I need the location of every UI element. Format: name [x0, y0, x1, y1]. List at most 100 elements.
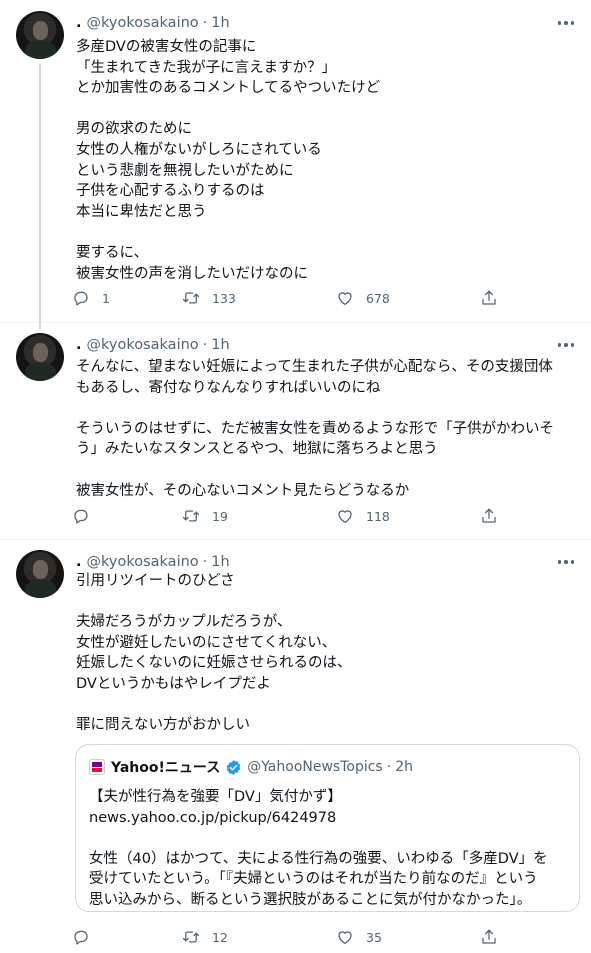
separator-dot: · [386, 759, 392, 775]
share-button[interactable] [480, 287, 498, 309]
share-icon [482, 290, 496, 305]
thread-line [39, 64, 41, 322]
tweet-line: 女性の人権がないがしろにされている [76, 141, 322, 158]
tweet-line: そんなに、望まない妊娠によって生まれた子供が心配なら、その支援団体 [76, 359, 553, 375]
tweet-line: 女性が避妊したいのにさせてくれない、 [76, 634, 337, 651]
more-icon[interactable] [555, 14, 577, 32]
retweet-icon [182, 931, 200, 943]
tweet-line [76, 460, 576, 481]
like-button[interactable]: 678 [336, 287, 390, 309]
tweet-line: 「生まれてきた我が子に言えますか？」 [76, 59, 337, 76]
avatar[interactable] [16, 333, 64, 381]
quoted-line: 受けていたという。「『夫婦というのはそれが当たり前なのだ』という [89, 871, 538, 888]
verified-badge-icon [226, 759, 241, 775]
quoted-display-name[interactable]: Yahoo!ニュース [111, 757, 220, 777]
quoted-user-handle[interactable]: @YahooNewsTopics [247, 759, 383, 775]
separator-dot: · [202, 554, 208, 570]
quoted-tweet-header: Yahoo!ニュース @YahooNewsTopics · 2h [89, 757, 413, 777]
tweet[interactable]: . @kyokosakaino · 1h 多産DVの被害女性の記事に 「生まれて… [0, 0, 591, 322]
tweet-line [76, 398, 576, 419]
tweet-line [76, 99, 576, 120]
tweet-line: 本当に卑怯だと思う [76, 203, 207, 220]
retweet-button[interactable]: 12 [182, 926, 228, 948]
thread-line [39, 322, 41, 329]
tweet-line: 多産DVの被害女性の記事に [76, 39, 257, 55]
like-count: 118 [366, 508, 390, 524]
action-bar: 19 118 [72, 505, 502, 527]
retweet-button[interactable]: 19 [182, 505, 228, 527]
quoted-tweet-card[interactable]: Yahoo!ニュース @YahooNewsTopics · 2h 【夫が性行為を… [75, 744, 580, 912]
tweet-line: う」みたいなスタンスとるやつ、地獄に落ちろよと思う [76, 441, 438, 458]
user-handle[interactable]: @kyokosakaino [87, 337, 199, 353]
heart-icon [338, 292, 352, 306]
avatar[interactable] [16, 550, 64, 598]
timestamp[interactable]: 1h [211, 15, 229, 31]
tweet-line: 要するに、 [76, 244, 149, 261]
display-name[interactable]: . [76, 554, 82, 570]
reply-count: 1 [102, 290, 110, 306]
avatar[interactable] [16, 11, 64, 59]
reply-button[interactable]: 1 [72, 287, 110, 309]
tweet-line [76, 592, 576, 613]
tweet-line: 引用リツイートのひどさ [76, 573, 235, 589]
like-count: 678 [366, 290, 390, 306]
timeline: . @kyokosakaino · 1h 多産DVの被害女性の記事に 「生まれて… [0, 0, 591, 953]
like-count: 35 [366, 929, 382, 945]
display-name[interactable]: . [76, 337, 82, 353]
retweet-button[interactable]: 133 [182, 287, 236, 309]
heart-icon [338, 931, 352, 945]
share-button[interactable] [480, 926, 498, 948]
tweet-line: 被害女性が、その心ないコメント見たらどうなるか [76, 482, 410, 499]
like-button[interactable]: 118 [336, 505, 390, 527]
reply-icon [74, 291, 88, 306]
quoted-line: 女性（40）はかつて、夫による性行為の強要、いわゆる「多産DV」を [89, 850, 548, 867]
tweet-text: 多産DVの被害女性の記事に 「生まれてきた我が子に言えますか？」 とか加害性のあ… [76, 37, 576, 284]
heart-icon [338, 510, 352, 524]
tweet-line: DVというかもはやレイプだよ [76, 675, 271, 692]
quoted-timestamp[interactable]: 2h [395, 759, 413, 775]
tweet-line: 夫婦だろうがカップルだろうが、 [76, 614, 292, 631]
more-icon[interactable] [555, 553, 577, 571]
action-bar: 12 35 [72, 926, 502, 948]
display-name[interactable]: . [76, 15, 82, 31]
reply-icon [74, 930, 88, 945]
quoted-link[interactable]: news.yahoo.co.jp/pickup/6424978 [89, 808, 569, 829]
like-button[interactable]: 35 [336, 926, 382, 948]
quoted-headline: 【夫が性行為を強要「DV」気付かず】 [89, 789, 342, 805]
yahoo-news-logo-icon[interactable] [89, 759, 105, 775]
tweet-text: 引用リツイートのひどさ 夫婦だろうがカップルだろうが、 女性が避妊したいのにさせ… [76, 571, 576, 736]
tweet-line: 罪に問えない方がおかしい [76, 717, 250, 734]
tweet-line: 男の欲求のために [76, 121, 192, 138]
tweet-header: . @kyokosakaino · 1h [76, 551, 230, 573]
quoted-tweet-text: 【夫が性行為を強要「DV」気付かず】 news.yahoo.co.jp/pick… [89, 787, 569, 911]
separator-dot: · [202, 337, 208, 353]
tweet-line: そういうのはせずに、ただ被害女性を責めるような形で「子供がかわいそ [76, 420, 555, 437]
tweet-header: . @kyokosakaino · 1h [76, 12, 230, 34]
tweet-line [76, 222, 576, 243]
reply-button[interactable] [72, 926, 102, 948]
tweet[interactable]: . @kyokosakaino · 1h そんなに、望まない妊娠によって生まれた… [0, 322, 591, 539]
tweet-line: 妊娠したくないのに妊娠させられるのは、 [76, 655, 352, 672]
tweet-line: 被害女性の声を消したいだけなのに [76, 265, 308, 282]
quoted-line: 思い込みから、断るという選択肢があることに気が付かなかった」。 [89, 891, 532, 908]
timestamp[interactable]: 1h [211, 337, 229, 353]
retweet-count: 19 [212, 508, 228, 524]
retweet-icon [182, 510, 200, 522]
user-handle[interactable]: @kyokosakaino [87, 554, 199, 570]
tweet-line [76, 695, 576, 716]
reply-button[interactable] [72, 505, 102, 527]
tweet-header: . @kyokosakaino · 1h [76, 334, 230, 356]
retweet-count: 12 [212, 929, 228, 945]
share-button[interactable] [480, 505, 498, 527]
timestamp[interactable]: 1h [211, 554, 229, 570]
retweet-icon [182, 292, 200, 304]
tweet-line: 子供を心配するふりするのは [76, 183, 265, 200]
user-handle[interactable]: @kyokosakaino [87, 15, 199, 31]
more-icon[interactable] [555, 336, 577, 354]
separator-dot: · [202, 15, 208, 31]
quoted-blank-line [89, 828, 569, 849]
tweet-text: そんなに、望まない妊娠によって生まれた子供が心配なら、その支援団体 もあるし、寄… [76, 357, 576, 501]
action-bar: 1 133 678 [72, 287, 502, 309]
share-icon [482, 508, 496, 523]
retweet-count: 133 [212, 290, 236, 306]
